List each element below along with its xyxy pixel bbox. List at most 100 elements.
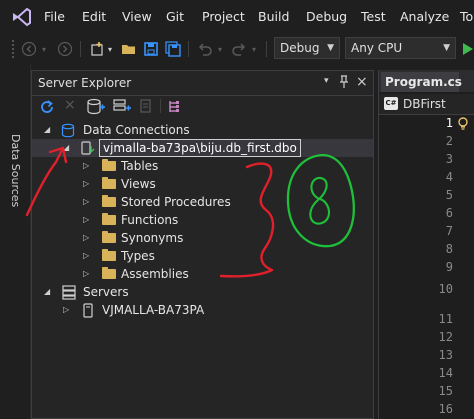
tree-node-functions[interactable]: ▷ Functions: [32, 211, 373, 229]
menu-project[interactable]: Project: [202, 9, 245, 24]
server-explorer-toolbar: ×: [32, 95, 373, 119]
close-icon[interactable]: ×: [356, 74, 368, 90]
back-icon[interactable]: [20, 39, 38, 59]
undo-dropdown-icon[interactable]: ▾: [216, 39, 224, 59]
folder-label: Assemblies: [121, 267, 189, 281]
toolbar-separator: [80, 41, 81, 57]
window-position-dropdown-icon[interactable]: ▾: [324, 76, 329, 86]
menu-git[interactable]: Git: [166, 9, 184, 24]
expanded-triangle-icon[interactable]: ◢: [44, 287, 50, 296]
line-number: 10: [438, 282, 453, 296]
menu-view[interactable]: View: [122, 9, 152, 24]
new-project-icon[interactable]: [88, 39, 106, 59]
solution-configurations-select[interactable]: Debug ▼: [274, 37, 340, 59]
tree-node-stored-procedures[interactable]: ▷ Stored Procedures: [32, 193, 373, 211]
line-number: 15: [438, 384, 453, 398]
pin-icon[interactable]: [338, 74, 350, 90]
data-sources-label: Data Sources: [9, 134, 22, 208]
menu-debug[interactable]: Debug: [306, 9, 347, 24]
server-explorer-panel: Server Explorer ▾ × × ◢ Data Connections: [31, 70, 374, 419]
collapsed-triangle-icon[interactable]: ▷: [83, 161, 89, 170]
tree-node-assemblies[interactable]: ▷ Assemblies: [32, 265, 373, 283]
properties-icon[interactable]: [166, 98, 182, 116]
folder-label: Tables: [121, 159, 159, 173]
folder-label: Synonyms: [121, 231, 184, 245]
collapsed-triangle-icon[interactable]: ▷: [83, 197, 89, 206]
left-tool-strip: Data Sources: [0, 64, 31, 419]
refresh-icon[interactable]: [38, 98, 56, 116]
menu-bar: File Edit View Git Project Build Debug T…: [0, 0, 474, 34]
menu-tools[interactable]: To: [460, 9, 473, 24]
tree-node-server[interactable]: ▷ VJMALLA-BA73PA: [32, 301, 373, 319]
tree-node-types[interactable]: ▷ Types: [32, 247, 373, 265]
line-number: 3: [445, 152, 453, 166]
line-number: 14: [438, 366, 453, 380]
menu-build[interactable]: Build: [258, 9, 289, 24]
connect-to-database-icon[interactable]: [86, 98, 106, 116]
tab-program-cs[interactable]: Program.cs: [381, 72, 462, 92]
stop-icon[interactable]: ×: [64, 97, 76, 113]
server-name-label: VJMALLA-BA73PA: [102, 303, 205, 317]
folder-icon: [102, 267, 116, 279]
collapsed-triangle-icon[interactable]: ▷: [83, 215, 89, 224]
redo-icon[interactable]: [230, 39, 248, 59]
line-number: 13: [438, 348, 453, 362]
line-number: 16: [438, 402, 453, 416]
menu-test[interactable]: Test: [361, 9, 386, 24]
line-number: 4: [445, 170, 453, 184]
database-connection-icon: [80, 140, 96, 156]
computer-icon: [81, 303, 95, 318]
servers-label: Servers: [83, 285, 129, 299]
forward-icon[interactable]: [56, 39, 74, 59]
tree-node-data-connections[interactable]: ◢ Data Connections: [32, 121, 373, 139]
solution-platforms-select[interactable]: Any CPU ▼: [345, 37, 456, 59]
connection-name-label: vjmalla-ba73pa\biju.db_first.dbo: [99, 139, 301, 157]
server-explorer-title: Server Explorer: [38, 76, 132, 90]
tree-node-synonyms[interactable]: ▷ Synonyms: [32, 229, 373, 247]
toolbar-grip: [12, 40, 16, 58]
undo-icon[interactable]: [196, 39, 214, 59]
folder-label: Views: [121, 177, 156, 191]
tree-node-connection[interactable]: ◢ vjmalla-ba73pa\biju.db_first.dbo: [32, 139, 373, 157]
collapsed-triangle-icon[interactable]: ▷: [83, 233, 89, 242]
new-dropdown-icon[interactable]: ▾: [106, 39, 114, 59]
data-sources-tab[interactable]: Data Sources: [8, 134, 24, 224]
project-dropdown-label[interactable]: DBFirst: [403, 97, 446, 111]
folder-icon: [102, 177, 116, 189]
lightbulb-icon[interactable]: [457, 116, 469, 130]
tree-node-servers[interactable]: ◢ Servers: [32, 283, 373, 301]
expanded-triangle-icon[interactable]: ◢: [44, 125, 50, 134]
menu-edit[interactable]: Edit: [82, 9, 106, 24]
line-number: 8: [445, 242, 453, 256]
menu-analyze[interactable]: Analyze: [400, 9, 449, 24]
folder-label: Stored Procedures: [121, 195, 231, 209]
collapsed-triangle-icon[interactable]: ▷: [83, 251, 89, 260]
line-number: 6: [445, 206, 453, 220]
save-all-icon[interactable]: [164, 39, 182, 59]
collapsed-triangle-icon[interactable]: ▷: [63, 305, 69, 314]
data-connections-icon: [60, 123, 76, 138]
tree-node-tables[interactable]: ▷ Tables: [32, 157, 373, 175]
connect-to-server-icon[interactable]: [112, 98, 132, 116]
menu-file[interactable]: File: [44, 9, 65, 24]
line-number: 2: [445, 134, 453, 148]
redo-dropdown-icon[interactable]: ▾: [250, 39, 258, 59]
folder-icon: [102, 213, 116, 225]
toolbar-separator: [266, 41, 267, 57]
toolbar-separator: [160, 99, 161, 113]
tree-node-views[interactable]: ▷ Views: [32, 175, 373, 193]
vs-logo-icon[interactable]: [10, 7, 32, 27]
open-folder-icon[interactable]: [120, 39, 138, 59]
tab-label: Program.cs: [385, 75, 462, 89]
save-icon[interactable]: [142, 39, 160, 59]
collapsed-triangle-icon[interactable]: ▷: [83, 179, 89, 188]
expanded-triangle-icon[interactable]: ◢: [63, 143, 69, 152]
line-number: 5: [445, 188, 453, 202]
back-dropdown-icon[interactable]: ▾: [40, 39, 48, 59]
line-number: 7: [445, 224, 453, 238]
servers-icon: [61, 285, 77, 300]
start-debugging-icon[interactable]: [462, 39, 474, 59]
connect-to-sharepoint-icon[interactable]: [138, 98, 154, 116]
collapsed-triangle-icon[interactable]: ▷: [83, 269, 89, 278]
navigation-bar: C# DBFirst: [379, 94, 474, 115]
